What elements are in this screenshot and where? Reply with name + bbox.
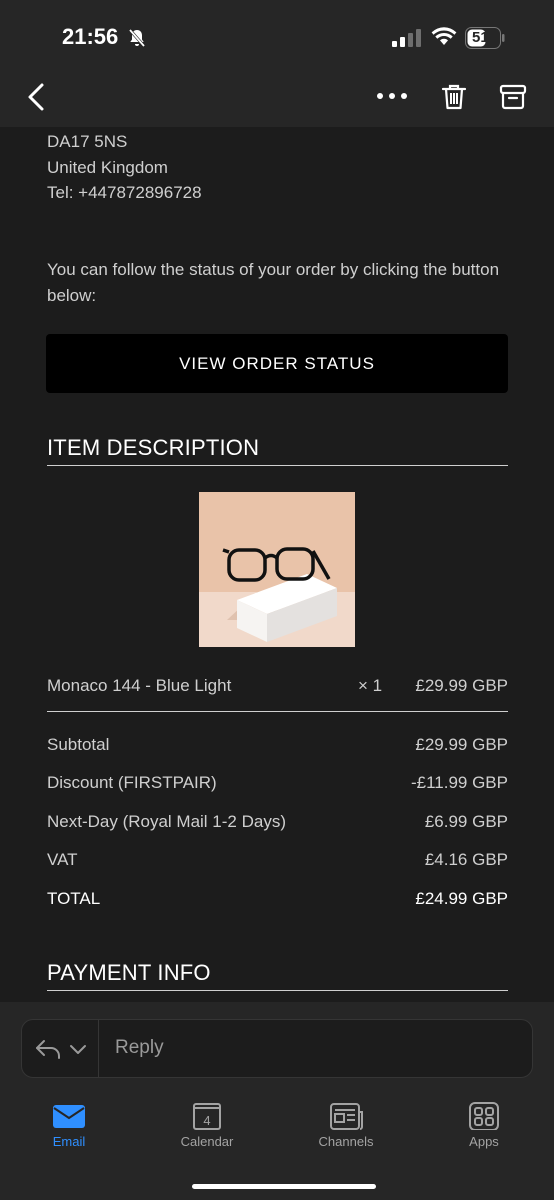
summary-value: £4.16 GBP	[424, 850, 508, 869]
channels-icon	[330, 1103, 363, 1130]
summary-row-vat: VAT £4.16 GBP	[47, 850, 508, 874]
summary-label: Subtotal	[47, 735, 110, 754]
silent-bell-icon	[128, 29, 146, 47]
top-bar: 21:56 51	[0, 0, 554, 127]
summary-label: Next-Day (Royal Mail 1-2 Days)	[47, 812, 286, 831]
product-row: Monaco 144 - Blue Light × 1 £29.99 GBP	[47, 676, 508, 700]
back-chevron-icon[interactable]	[24, 82, 50, 112]
reply-divider	[98, 1020, 99, 1077]
section-divider	[47, 990, 508, 991]
follow-status-text: You can follow the status of your order …	[47, 260, 500, 305]
summary-row-discount: Discount (FIRSTPAIR) -£11.99 GBP	[47, 773, 508, 797]
tab-bar: Email 4 Calendar Channels Apps	[0, 1094, 554, 1200]
reply-bar: Reply	[0, 1002, 554, 1094]
tab-calendar[interactable]: 4 Calendar	[162, 1102, 252, 1149]
trash-icon[interactable]	[440, 83, 468, 111]
payment-info-heading: PAYMENT INFO	[47, 960, 211, 985]
address-line: United Kingdom	[47, 157, 168, 177]
tab-channels[interactable]: Channels	[301, 1102, 391, 1149]
more-options-icon[interactable]	[376, 85, 408, 107]
reply-arrow-icon[interactable]	[34, 1036, 94, 1062]
summary-row-total: TOTAL £24.99 GBP	[47, 889, 508, 913]
summary-row-shipping: Next-Day (Royal Mail 1-2 Days) £6.99 GBP	[47, 812, 508, 836]
summary-value: £6.99 GBP	[424, 812, 508, 831]
product-image	[199, 492, 355, 647]
email-body: DA17 5NS United Kingdom Tel: +4478728967…	[0, 127, 554, 1002]
summary-row-subtotal: Subtotal £29.99 GBP	[47, 735, 508, 759]
summary-value: £29.99 GBP	[415, 735, 508, 754]
reply-field[interactable]: Reply	[21, 1019, 533, 1078]
battery-indicator: 51	[465, 27, 505, 49]
summary-label: Discount (FIRSTPAIR)	[47, 773, 217, 792]
item-description-heading: ITEM DESCRIPTION	[47, 435, 260, 460]
summary-value: -£11.99 GBP	[410, 773, 508, 792]
product-name: Monaco 144 - Blue Light	[47, 676, 232, 695]
address-phone: Tel: +447872896728	[47, 183, 202, 202]
summary-value: £24.99 GBP	[415, 889, 508, 908]
apps-grid-icon	[469, 1102, 499, 1130]
tab-label: Apps	[469, 1134, 499, 1149]
cellular-signal-icon	[392, 29, 421, 47]
address-line: DA17 5NS	[47, 132, 128, 151]
tab-label: Calendar	[180, 1134, 234, 1149]
archive-icon[interactable]	[499, 84, 527, 110]
shipping-address: DA17 5NS United Kingdom Tel: +4478728967…	[47, 129, 202, 206]
battery-percent: 51	[472, 29, 489, 46]
tab-label: Email	[52, 1134, 86, 1149]
home-indicator	[192, 1184, 376, 1189]
summary-label: TOTAL	[47, 889, 101, 908]
wifi-icon	[431, 27, 457, 45]
product-quantity: × 1	[358, 676, 383, 695]
tab-apps[interactable]: Apps	[439, 1102, 529, 1149]
section-divider	[47, 711, 508, 712]
glasses-photo	[199, 492, 355, 647]
tab-label: Channels	[318, 1134, 374, 1149]
envelope-icon	[53, 1105, 85, 1128]
reply-input[interactable]: Reply	[115, 1037, 164, 1059]
product-price: £29.99 GBP	[415, 676, 508, 695]
status-time: 21:56	[62, 24, 119, 49]
view-order-status-button[interactable]: VIEW ORDER STATUS	[46, 334, 508, 393]
calendar-icon: 4	[193, 1103, 221, 1130]
section-divider	[47, 465, 508, 466]
tab-email[interactable]: Email	[24, 1102, 114, 1149]
summary-label: VAT	[47, 850, 78, 869]
calendar-date: 4	[203, 1113, 210, 1128]
